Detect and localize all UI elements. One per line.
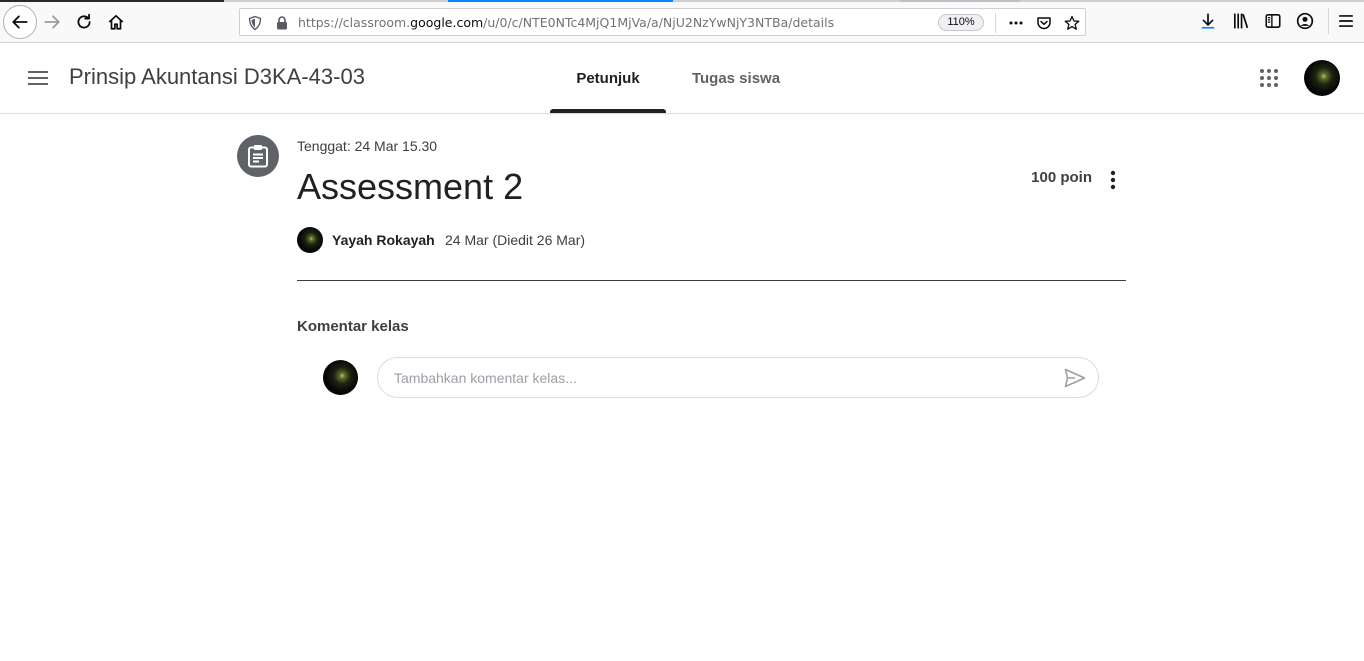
toolbar-separator xyxy=(1328,8,1329,34)
assignment-icon xyxy=(237,135,279,177)
hamburger-menu-icon xyxy=(1338,15,1354,27)
commenter-avatar xyxy=(323,360,358,395)
library-button[interactable] xyxy=(1230,10,1252,32)
send-comment-button[interactable] xyxy=(1062,366,1088,390)
home-button[interactable] xyxy=(100,6,132,38)
tab-label: Tugas siswa xyxy=(691,69,781,87)
posted-date: 24 Mar (Diedit 26 Mar) xyxy=(445,232,586,248)
assignment-points: 100 poin xyxy=(1031,169,1092,186)
tab-instructions[interactable]: Petunjuk xyxy=(550,43,666,113)
pocket-icon[interactable] xyxy=(1036,15,1052,31)
lock-icon[interactable] xyxy=(274,15,290,31)
download-button[interactable] xyxy=(1197,10,1219,32)
library-icon xyxy=(1233,13,1249,29)
more-options-button[interactable] xyxy=(1100,166,1126,194)
reload-button[interactable] xyxy=(68,6,100,38)
main-menu-button[interactable] xyxy=(22,62,54,94)
home-icon xyxy=(108,14,124,30)
hamburger-menu-icon xyxy=(28,71,48,85)
url-bar-separator xyxy=(995,13,996,33)
back-icon xyxy=(12,15,28,29)
browser-toolbar: https://classroom.google.com/u/0/c/NTE0N… xyxy=(0,0,1364,43)
due-date: Tenggat: 24 Mar 15.30 xyxy=(297,138,438,154)
forward-icon xyxy=(44,15,60,29)
sidebar-icon xyxy=(1265,14,1281,28)
zoom-level-badge[interactable]: 110% xyxy=(938,14,984,31)
more-vert-icon xyxy=(1110,170,1116,190)
forward-button[interactable] xyxy=(36,6,68,38)
class-title[interactable]: Prinsip Akuntansi D3KA-43-03 xyxy=(69,64,365,90)
tab-strip xyxy=(0,0,1364,2)
more-dots-icon[interactable] xyxy=(1008,15,1026,31)
account-icon xyxy=(1296,12,1314,30)
app-menu-button[interactable] xyxy=(1335,10,1357,32)
author-name: Yayah Rokayah xyxy=(332,232,435,248)
send-icon xyxy=(1064,368,1086,388)
class-comments-heading: Komentar kelas xyxy=(297,318,409,335)
url-text[interactable]: https://classroom.google.com/u/0/c/NTE0N… xyxy=(298,15,834,30)
section-divider xyxy=(297,280,1126,281)
star-icon[interactable] xyxy=(1064,15,1080,31)
tab-label: Petunjuk xyxy=(576,69,640,87)
assignment-title: Assessment 2 xyxy=(297,166,524,207)
back-button[interactable] xyxy=(3,5,37,39)
download-icon xyxy=(1201,13,1215,29)
tab-student-work[interactable]: Tugas siswa xyxy=(678,43,794,113)
user-avatar[interactable] xyxy=(1304,60,1340,96)
reload-icon xyxy=(77,13,91,29)
author-avatar xyxy=(297,227,323,253)
google-apps-button[interactable] xyxy=(1253,62,1285,94)
apps-grid-icon xyxy=(1260,69,1278,87)
classroom-header: Prinsip Akuntansi D3KA-43-03 Petunjuk Tu… xyxy=(0,43,1364,114)
account-button[interactable] xyxy=(1294,10,1316,32)
sidebar-button[interactable] xyxy=(1262,10,1284,32)
class-comment-box xyxy=(377,357,1099,398)
url-bar[interactable]: https://classroom.google.com/u/0/c/NTE0N… xyxy=(239,8,1086,36)
class-comment-input[interactable] xyxy=(394,367,1034,389)
shield-icon[interactable] xyxy=(247,15,263,31)
